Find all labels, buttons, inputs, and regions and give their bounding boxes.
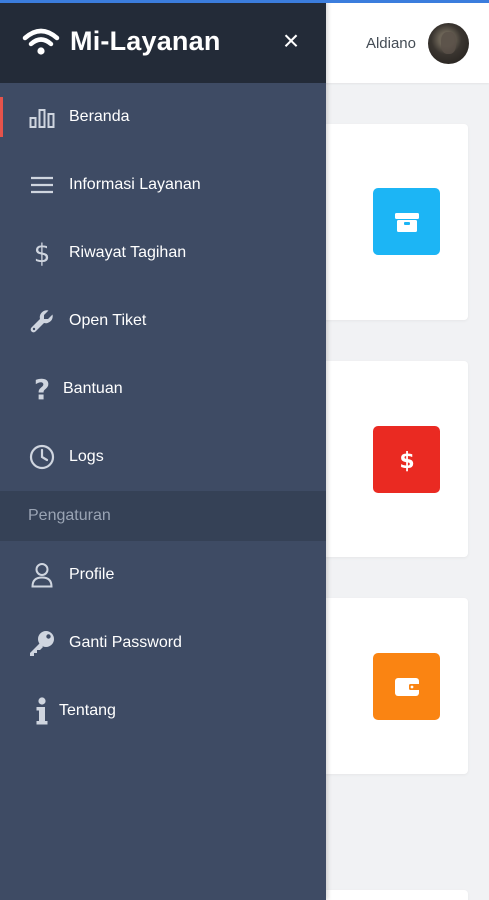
wrench-icon <box>28 307 56 335</box>
bar-chart-icon <box>28 103 56 131</box>
app-title: Mi-Layanan <box>70 26 221 56</box>
sidebar-item-label: Beranda <box>69 108 130 125</box>
svg-text:?: ? <box>34 375 50 403</box>
wifi-icon <box>22 27 62 57</box>
sidebar: Mi-Layanan × Beranda Informasi Layanan $… <box>0 0 326 900</box>
svg-text:$: $ <box>399 449 414 473</box>
avatar[interactable] <box>428 22 469 64</box>
sidebar-item-label: Tentang <box>59 702 116 719</box>
sidebar-item-label: Informasi Layanan <box>69 176 201 193</box>
key-icon <box>28 629 56 657</box>
top-accent-line <box>0 0 489 3</box>
sidebar-item-label: Bantuan <box>63 380 123 397</box>
svg-text:$: $ <box>34 239 51 267</box>
dollar-icon: $ <box>373 426 440 493</box>
user-menu[interactable]: Aldiano <box>366 22 469 64</box>
sidebar-item-label: Open Tiket <box>69 312 147 329</box>
sidebar-item-tentang[interactable]: Tentang <box>0 677 326 745</box>
sidebar-item-open-tiket[interactable]: Open Tiket <box>0 287 326 355</box>
sidebar-item-beranda[interactable]: Beranda <box>0 83 326 151</box>
section-header-pengaturan: Pengaturan <box>0 491 326 541</box>
sidebar-item-riwayat-tagihan[interactable]: $ Riwayat Tagihan <box>0 219 326 287</box>
sidebar-item-informasi-layanan[interactable]: Informasi Layanan <box>0 151 326 219</box>
info-icon <box>28 697 56 725</box>
wallet-icon <box>373 653 440 720</box>
close-sidebar-button[interactable]: × <box>278 27 304 55</box>
box-icon <box>373 188 440 255</box>
clock-icon <box>28 443 56 471</box>
sidebar-item-label: Profile <box>69 566 115 583</box>
sidebar-item-profile[interactable]: Profile <box>0 541 326 609</box>
sidebar-item-bantuan[interactable]: ? Bantuan <box>0 355 326 423</box>
sidebar-item-label: Logs <box>69 448 104 465</box>
section-label: Pengaturan <box>28 507 111 524</box>
sidebar-item-label: Riwayat Tagihan <box>69 244 187 261</box>
question-icon: ? <box>28 375 56 403</box>
sidebar-item-label: Ganti Password <box>69 634 182 651</box>
sidebar-item-ganti-password[interactable]: Ganti Password <box>0 609 326 677</box>
sidebar-item-logs[interactable]: Logs <box>0 423 326 491</box>
dollar-icon: $ <box>28 239 56 267</box>
user-name: Aldiano <box>365 34 416 52</box>
user-icon <box>28 561 56 589</box>
menu-lines-icon <box>28 171 56 199</box>
sidebar-brand: Mi-Layanan × <box>0 0 326 83</box>
